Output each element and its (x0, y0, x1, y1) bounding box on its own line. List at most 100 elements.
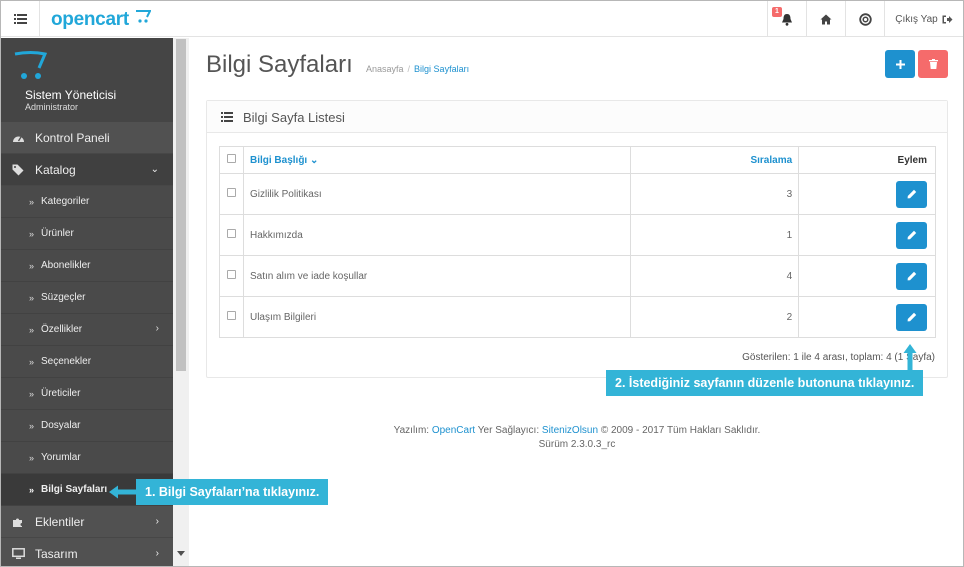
logo-text: opencart (51, 9, 129, 30)
row-sort-order: 3 (630, 173, 800, 215)
row-title: Hakkımızda (242, 214, 632, 256)
edit-button[interactable] (896, 180, 927, 208)
opencart-cart-logo-icon (14, 51, 47, 79)
notification-badge: 1 (772, 7, 782, 17)
tutorial-callout-step1: 1. Bilgi Sayfaları’na tıklayınız. (136, 479, 329, 505)
monitor-icon (11, 547, 25, 559)
sidebar-subitem-reviews[interactable]: » Yorumlar (1, 442, 173, 474)
sidebar-item-label: Katalog (35, 162, 76, 177)
lifebuoy-icon (858, 12, 872, 26)
sidebar-subitem-subscriptions[interactable]: » Abonelikler (1, 250, 173, 282)
opencart-link[interactable]: OpenCart (432, 425, 475, 436)
row-sort-order: 1 (630, 214, 800, 256)
sidebar-subitem-manufacturers[interactable]: » Üreticiler (1, 378, 173, 410)
user-name: Sistem Yöneticisi (25, 88, 117, 102)
tags-icon (12, 164, 23, 175)
pencil-icon (907, 312, 916, 322)
column-title-label: Bilgi Başlığı (249, 154, 308, 166)
table-row: Gizlilik Politikası 3 (219, 173, 936, 215)
edit-button[interactable] (896, 262, 927, 290)
scrollbar-thumb[interactable] (176, 39, 186, 371)
sidebar-subitem-label: Özellikler (41, 324, 83, 335)
trash-icon (928, 59, 938, 69)
arrow-left-icon (109, 485, 137, 499)
double-chevron-icon: » (28, 388, 34, 399)
list-icon (221, 112, 233, 122)
sidebar-subitem-label: Süzgeçler (41, 292, 86, 303)
breadcrumb: Anasayfa / Bilgi Sayfaları (366, 64, 470, 74)
hamburger-icon (13, 14, 27, 24)
row-title: Ulaşım Bilgileri (242, 296, 632, 338)
double-chevron-icon: » (28, 420, 34, 431)
sidebar-subitem-products[interactable]: » Ürünler (1, 218, 173, 250)
help-button[interactable] (845, 1, 884, 37)
double-chevron-icon: » (28, 196, 34, 207)
plus-icon (895, 59, 905, 69)
sidebar-subitem-categories[interactable]: » Kategoriler (1, 186, 173, 218)
panel-header: Bilgi Sayfa Listesi (207, 101, 947, 133)
sidebar-subitem-label: Kategoriler (41, 196, 90, 207)
row-checkbox[interactable] (226, 188, 236, 197)
column-action-header: Eylem (798, 146, 936, 174)
chevron-down-icon: ⌄ (150, 164, 159, 175)
user-role: Administrator (25, 102, 79, 112)
dashboard-icon (12, 136, 24, 142)
host-link[interactable]: SitenizOlsun (542, 425, 598, 436)
sidebar-item-design[interactable]: Tasarım › (1, 538, 173, 566)
row-title: Gizlilik Politikası (242, 173, 632, 215)
select-all-cell (219, 146, 244, 174)
tutorial-callout-step2: 2. İstediğiniz sayfanın düzenle butonuna… (606, 370, 924, 396)
chevron-right-icon: › (155, 323, 159, 334)
row-checkbox[interactable] (226, 229, 236, 238)
select-all-checkbox[interactable] (226, 154, 236, 163)
cart-icon (136, 10, 151, 23)
sidebar-subitem-label: Dosyalar (41, 420, 81, 431)
row-checkbox[interactable] (226, 270, 236, 279)
logout-button[interactable]: Çıkış Yap (884, 1, 963, 37)
edit-button[interactable] (896, 303, 927, 331)
footer-credits: Yazılım: OpenCart Yer Sağlayıcı: Siteniz… (393, 425, 761, 436)
page-footer: Yazılım: OpenCart Yer Sağlayıcı: Siteniz… (189, 424, 963, 452)
chevron-right-icon: › (155, 548, 159, 559)
sidebar-item-dashboard[interactable]: Kontrol Paneli (1, 122, 173, 154)
double-chevron-icon: » (28, 228, 34, 239)
sidebar-item-label: Eklentiler (35, 514, 85, 529)
sidebar-subitem-downloads[interactable]: » Dosyalar (1, 410, 173, 442)
opencart-logo[interactable]: opencart (51, 9, 151, 31)
delete-button[interactable] (918, 50, 948, 78)
sidebar-subitem-label: Bilgi Sayfaları (41, 484, 108, 495)
scroll-down-arrow-icon[interactable] (177, 551, 185, 556)
puzzle-icon (13, 518, 22, 527)
user-profile: Sistem Yöneticisi Administrator (1, 38, 173, 122)
app-frame: opencart 1 Çıkış Yap Sistem Yöneticisi A… (0, 0, 964, 567)
breadcrumb-current[interactable]: Bilgi Sayfaları (414, 64, 469, 74)
double-chevron-icon: » (28, 324, 34, 335)
add-button[interactable] (885, 50, 915, 78)
sidebar-subitem-attributes[interactable]: » Özellikler › (1, 314, 173, 346)
chevron-right-icon: › (155, 516, 159, 527)
table-row: Ulaşım Bilgileri 2 (219, 296, 936, 338)
bell-icon (782, 13, 792, 26)
edit-button[interactable] (896, 221, 927, 249)
menu-toggle-button[interactable] (1, 1, 40, 37)
sidebar-subitem-label: Seçenekler (41, 356, 92, 367)
column-title-header[interactable]: Bilgi Başlığı ⌄ (242, 146, 632, 174)
table-row: Satın alım ve iade koşullar 4 (219, 255, 936, 297)
row-checkbox[interactable] (226, 311, 236, 320)
sidebar-item-extensions[interactable]: Eklentiler › (1, 506, 173, 538)
arrow-up-icon (903, 344, 917, 372)
sidebar-subitem-options[interactable]: » Seçenekler (1, 346, 173, 378)
column-sort-header[interactable]: Sıralama (630, 146, 800, 174)
home-button[interactable] (806, 1, 845, 37)
sidebar-subitem-filters[interactable]: » Süzgeçler (1, 282, 173, 314)
page-title: Bilgi Sayfaları (206, 51, 353, 78)
table-header-row: Bilgi Başlığı ⌄ Sıralama Eylem (219, 146, 936, 174)
breadcrumb-home[interactable]: Anasayfa (366, 64, 404, 74)
sidebar-subitem-label: Yorumlar (41, 452, 81, 463)
pencil-icon (907, 189, 916, 199)
sidebar-subitem-label: Üreticiler (41, 388, 81, 399)
sidebar-item-catalog[interactable]: Katalog ⌄ (1, 154, 173, 186)
sign-out-icon (942, 15, 953, 23)
sidebar-item-label: Kontrol Paneli (35, 130, 110, 145)
logout-label: Çıkış Yap (895, 13, 938, 25)
